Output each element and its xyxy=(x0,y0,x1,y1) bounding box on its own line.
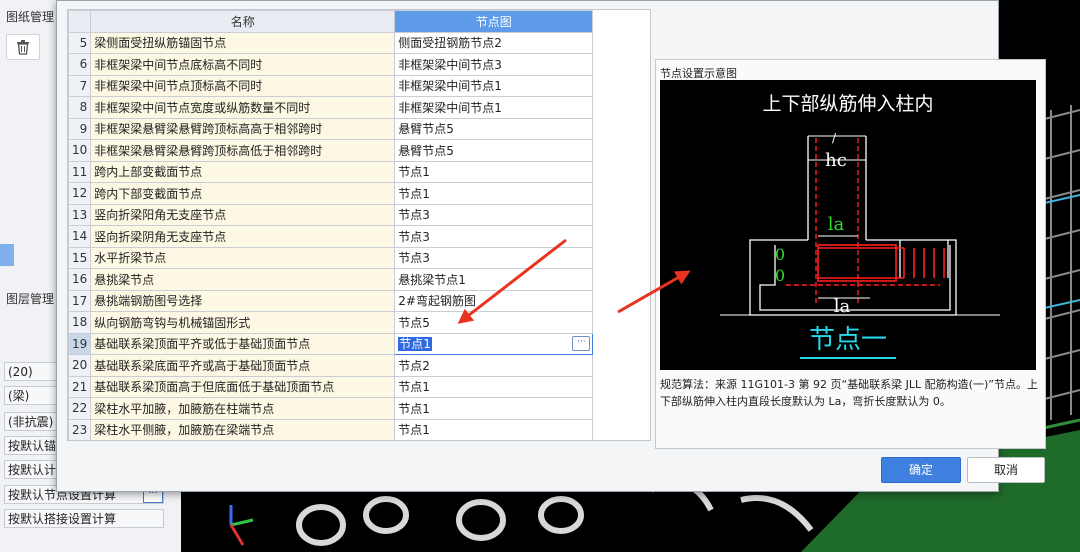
annotation-arrows xyxy=(457,238,691,324)
annotation-arrow-diagram xyxy=(617,270,691,314)
annotation-arrow-table xyxy=(457,238,567,324)
